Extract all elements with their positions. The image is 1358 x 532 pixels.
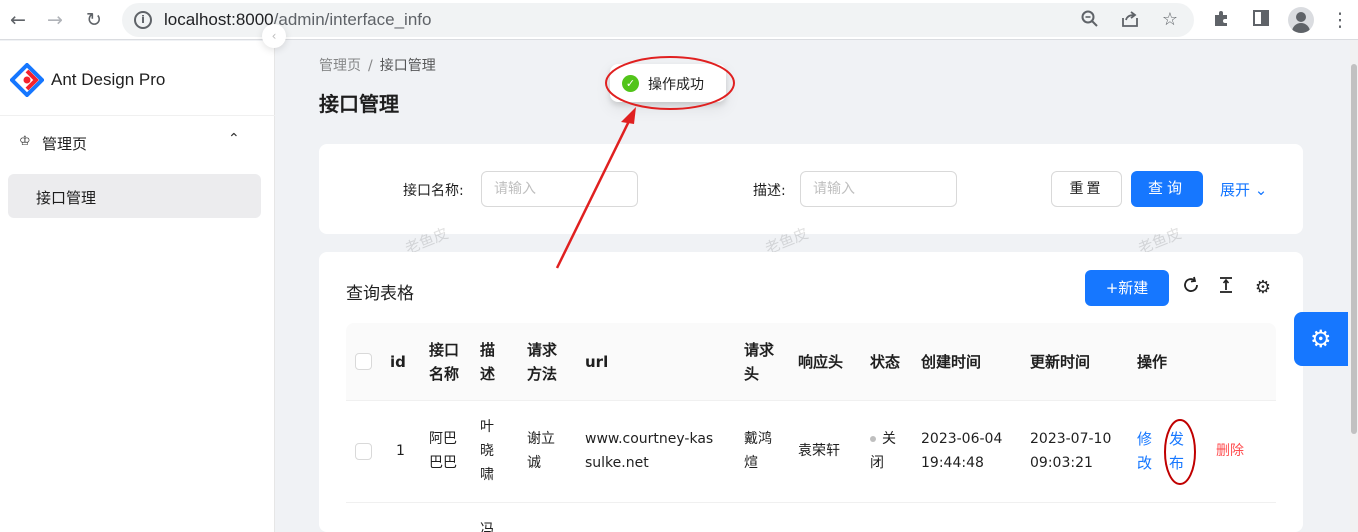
url-path: /admin/interface_info xyxy=(273,10,432,29)
column-header[interactable]: 描述 xyxy=(480,338,497,386)
collapse-sidebar-button[interactable]: ‹ xyxy=(262,24,286,48)
back-icon[interactable]: ← xyxy=(6,8,30,32)
desc-input[interactable] xyxy=(800,171,957,207)
chevron-up-icon: ⌃ xyxy=(228,131,240,147)
gear-icon: ⚙ xyxy=(1310,325,1332,353)
crown-icon: ♔ xyxy=(19,134,31,149)
brand-title[interactable]: Ant Design Pro xyxy=(51,70,165,90)
table-header: id 接口名称 描述 请求方法 url 请求头 响应头 状态 创建时间 更新时间… xyxy=(346,323,1276,401)
chevron-down-icon: ⌄ xyxy=(1254,181,1268,199)
breadcrumb-item-current: 接口管理 xyxy=(379,58,436,74)
check-circle-icon: ✓ xyxy=(622,75,639,92)
sidebar-item-interface-manage[interactable]: 接口管理 xyxy=(8,174,261,218)
profile-avatar[interactable] xyxy=(1288,7,1314,33)
side-panel-icon[interactable] xyxy=(1249,8,1273,32)
search-form: 接口名称: 描述: 重置 查询 展开 ⌄ xyxy=(319,144,1303,234)
page-scrollbar[interactable] xyxy=(1350,40,1358,532)
cell-status: 关闭 xyxy=(870,427,906,475)
extensions-icon[interactable] xyxy=(1209,8,1233,32)
breadcrumb: 管理页 / 接口管理 xyxy=(319,55,436,75)
page-title: 接口管理 xyxy=(319,92,399,116)
column-header[interactable]: url xyxy=(585,350,608,374)
table-card: 查询表格 +新建 ⚙ id 接口名称 描述 请求方法 url 请求头 响应头 状… xyxy=(319,252,1303,532)
density-icon[interactable] xyxy=(1213,275,1239,301)
column-header[interactable]: 接口名称 xyxy=(429,338,463,386)
select-all-checkbox[interactable] xyxy=(355,353,372,370)
breadcrumb-separator: / xyxy=(368,58,373,74)
column-settings-icon[interactable]: ⚙ xyxy=(1250,275,1276,301)
query-label: 查询 xyxy=(1147,179,1186,197)
cell-req-header: 戴鸿煊 xyxy=(744,431,772,471)
table-row: 1 阿巴巴巴 叶晓啸 谢立诚 www.courtney-kassulke.net… xyxy=(346,401,1276,503)
reload-icon[interactable]: ↻ xyxy=(82,8,106,32)
table-row: 冯 xyxy=(346,504,1276,532)
column-header[interactable]: 创建时间 xyxy=(921,350,981,374)
url-host: localhost:8000 xyxy=(164,10,274,29)
menu-group-label: 管理页 xyxy=(42,135,88,153)
annotation-arrowhead xyxy=(621,107,636,124)
name-label: 接口名称: xyxy=(403,183,464,199)
sidebar-divider xyxy=(0,115,275,116)
edit-link[interactable]: 修改 xyxy=(1137,427,1155,475)
ant-design-logo-icon[interactable] xyxy=(10,63,44,97)
delete-link[interactable]: 删除 xyxy=(1216,439,1244,463)
column-header[interactable]: 请求方法 xyxy=(527,338,561,386)
expand-toggle[interactable]: 展开 ⌄ xyxy=(1220,179,1267,200)
cell-updated: 2023-07-10 09:03:21 xyxy=(1030,431,1112,471)
share-icon[interactable] xyxy=(1119,9,1141,31)
column-header[interactable]: 更新时间 xyxy=(1030,350,1090,374)
browser-toolbar: ← → ↻ i localhost:8000/admin/interface_i… xyxy=(0,0,1358,40)
cell-desc: 叶晓啸 xyxy=(480,419,494,483)
column-header[interactable]: 请求头 xyxy=(744,338,778,386)
cell-created: 2023-06-04 19:44:48 xyxy=(921,431,1003,471)
browser-menu-icon[interactable]: ⋮ xyxy=(1328,8,1352,32)
settings-drawer-button[interactable]: ⚙ xyxy=(1294,312,1348,366)
menu-group-admin[interactable]: ♔ 管理页 ⌃ xyxy=(0,125,275,161)
sidebar: Ant Design Pro ♔ 管理页 ⌃ 接口管理 xyxy=(0,41,275,532)
query-button[interactable]: 查询 xyxy=(1131,171,1203,207)
row-checkbox[interactable] xyxy=(355,443,372,460)
cell-method: 谢立诚 xyxy=(527,431,555,471)
reload-table-icon[interactable] xyxy=(1178,275,1204,301)
table-title: 查询表格 xyxy=(346,284,414,304)
name-input[interactable] xyxy=(481,171,638,207)
bookmark-star-icon[interactable]: ☆ xyxy=(1159,9,1181,31)
cell-resp-header: 袁荣轩 xyxy=(798,443,840,459)
cell-url: www.courtney-kassulke.net xyxy=(585,431,714,471)
expand-label: 展开 xyxy=(1220,181,1251,199)
site-info-icon[interactable]: i xyxy=(134,11,152,29)
column-header: 操作 xyxy=(1137,353,1168,371)
reset-label: 重置 xyxy=(1069,181,1104,197)
zoom-icon[interactable] xyxy=(1079,9,1101,31)
new-button[interactable]: +新建 xyxy=(1085,270,1169,306)
toast-message: 操作成功 xyxy=(648,77,704,93)
cell-id: 1 xyxy=(396,443,405,459)
url-text[interactable]: localhost:8000/admin/interface_info xyxy=(164,10,431,30)
column-header[interactable]: 响应头 xyxy=(798,350,843,374)
publish-link[interactable]: 发布 xyxy=(1169,427,1187,475)
success-toast: ✓ 操作成功 xyxy=(610,64,726,102)
scrollbar-thumb[interactable] xyxy=(1351,64,1357,434)
forward-icon[interactable]: → xyxy=(43,8,67,32)
cell-name: 阿巴巴巴 xyxy=(429,431,457,471)
desc-label: 描述: xyxy=(753,183,786,199)
cell-desc: 冯 xyxy=(480,522,494,532)
sidebar-item-label: 接口管理 xyxy=(36,189,97,207)
breadcrumb-item-admin[interactable]: 管理页 xyxy=(319,58,361,74)
column-header[interactable]: 状态 xyxy=(870,350,900,374)
column-header[interactable]: id xyxy=(390,350,406,374)
status-dot-icon xyxy=(870,436,876,442)
reset-button[interactable]: 重置 xyxy=(1051,171,1122,207)
